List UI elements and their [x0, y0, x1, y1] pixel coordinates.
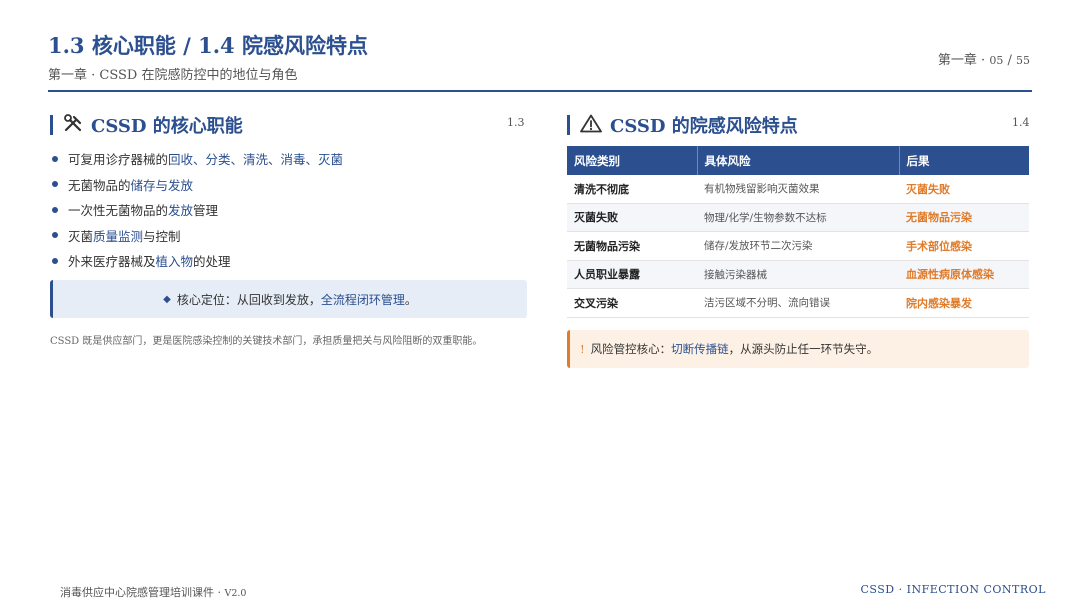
table-row: 人员职业暴露 接触污染器械 血源性病原体感染 [567, 260, 1029, 289]
bullet-pre: 一次性无菌物品的 [68, 203, 169, 219]
page-current: 05 [989, 54, 1004, 67]
section-number-right: 1.4 [1012, 116, 1030, 129]
risk-table: 风险类别 具体风险 后果 清洗不彻底 有机物残留影响灭菌效果 灭菌失败 灭菌失败… [567, 146, 1029, 318]
table-row: 清洗不彻底 有机物残留影响灭菌效果 灭菌失败 [567, 175, 1029, 204]
page-subtitle: 第一章 · CSSD 在院感防控中的地位与角色 [48, 68, 298, 83]
bullet-dot [52, 155, 58, 162]
bullet-post: 与控制 [143, 228, 181, 244]
core-functions-list: 可复用诊疗器械的 回收、分类、清洗、消毒、灭菌 无菌物品的 储存与发放 一次性无菌物… [52, 146, 522, 274]
bullet-post: 管理 [193, 203, 219, 219]
list-item: 一次性无菌物品的 发放 管理 [52, 197, 522, 223]
footer-course-label: 消毒供应中心院感管理培训课件 · V2.0 [60, 584, 246, 600]
section-title-risk: CSSD 的院感风险特点 [610, 116, 798, 137]
core-post-text: 。 [404, 292, 417, 307]
bullet-highlight: 回收、分类、清洗、消毒、灭菌 [168, 152, 344, 168]
bullet-pre: 外来医疗器械及 [68, 254, 156, 270]
risk-detail-cell: 物理/化学/生物参数不达标 [697, 203, 899, 232]
bullet-post: 的处理 [193, 254, 231, 270]
section-title-core-functions: CSSD 的核心职能 [91, 116, 243, 137]
bullet-pre: 无菌物品的 [68, 177, 131, 193]
warn-pre-text: 风险管控核心： [590, 342, 672, 356]
risk-detail-cell: 有机物残留影响灭菌效果 [697, 175, 899, 204]
risk-category-cell: 灭菌失败 [567, 203, 697, 232]
page-number: 第一章 · 05 / 55 [938, 49, 1030, 68]
warning-icon [580, 114, 602, 137]
table-header-row: 风险类别 具体风险 后果 [567, 146, 1029, 175]
footer-version: V2.0 [224, 588, 247, 599]
consequence-cell: 灭菌失败 [899, 175, 1029, 204]
core-positioning-callout: ◆ 核心定位：从回收到发放， 全流程闭环管理。 [50, 280, 527, 318]
page-total: 55 [1016, 54, 1030, 67]
bullet-pre: 可复用诊疗器械的 [68, 152, 169, 168]
consequence-cell: 血源性病原体感染 [899, 260, 1029, 289]
footer-tagline: CSSD · INFECTION CONTROL [860, 583, 1046, 596]
risk-detail-cell: 洁污区域不分明、流向错误 [697, 288, 899, 318]
bullet-highlight: 储存与发放 [130, 177, 194, 193]
page-separator: / [1007, 53, 1012, 68]
section-note: CSSD 既是供应部门，更是医院感染控制的关键技术部门，承担质量把关与风险阻断的… [50, 336, 483, 347]
bullet-pre: 灭菌 [68, 228, 94, 244]
section-core-functions-header: CSSD 的核心职能 [50, 112, 243, 138]
table-row: 灭菌失败 物理/化学/生物参数不达标 无菌物品污染 [567, 203, 1029, 232]
risk-category-cell: 人员职业暴露 [567, 260, 697, 289]
risk-detail-cell: 接触污染器械 [697, 260, 899, 289]
table-row: 无菌物品污染 储存/发放环节二次污染 手术部位感染 [567, 231, 1029, 261]
consequence-cell: 院内感染暴发 [899, 288, 1029, 318]
bullet-dot [52, 206, 58, 213]
core-pre-text: 核心定位：从回收到发放， [176, 292, 321, 307]
section-number-left: 1.3 [507, 116, 525, 129]
column-header: 具体风险 [696, 146, 899, 175]
risk-category-cell: 无菌物品污染 [567, 231, 697, 261]
warn-strong-text: 切断传播链 [671, 342, 729, 356]
consequence-cell: 手术部位感染 [899, 231, 1029, 261]
table-row: 交叉污染 洁污区域不分明、流向错误 院内感染暴发 [567, 288, 1029, 318]
section-risk-header: CSSD 的院感风险特点 [567, 112, 798, 138]
list-item: 外来医疗器械及 植入物 的处理 [52, 248, 522, 274]
risk-category-cell: 清洗不彻底 [567, 175, 697, 204]
list-item: 无菌物品的 储存与发放 [52, 172, 522, 198]
risk-category-cell: 交叉污染 [567, 288, 697, 318]
bullet-dot [52, 181, 58, 188]
header-divider [48, 90, 1032, 92]
column-header: 后果 [898, 146, 1029, 175]
risk-detail-cell: 储存/发放环节二次污染 [697, 231, 899, 261]
section-accent-bar [50, 115, 53, 135]
footer-course-title: 消毒供应中心院感管理培训课件 · [60, 586, 221, 599]
bullet-highlight: 植入物 [155, 254, 194, 270]
core-strong-text: 全流程闭环管理 [320, 292, 405, 307]
section-accent-bar [567, 115, 570, 135]
column-header: 风险类别 [567, 146, 697, 175]
bullet-highlight: 发放 [168, 203, 194, 219]
risk-control-callout: ! 风险管控核心： 切断传播链 ，从源头防止任一环节失守。 [567, 330, 1029, 368]
exclamation-icon: ! [580, 342, 585, 356]
list-item: 可复用诊疗器械的 回收、分类、清洗、消毒、灭菌 [52, 146, 522, 172]
bullet-dot [52, 257, 58, 264]
page-title: 1.3 核心职能 / 1.4 院感风险特点 [48, 33, 368, 58]
bullet-highlight: 质量监测 [93, 228, 144, 244]
warn-post-text: ，从源头防止任一环节失守。 [728, 342, 879, 356]
bullet-dot [52, 232, 58, 239]
page-chapter-label: 第一章 · [937, 53, 986, 68]
consequence-cell: 无菌物品污染 [899, 203, 1029, 232]
tools-icon [63, 114, 83, 136]
diamond-icon: ◆ [163, 293, 171, 305]
list-item: 灭菌 质量监测 与控制 [52, 223, 522, 249]
